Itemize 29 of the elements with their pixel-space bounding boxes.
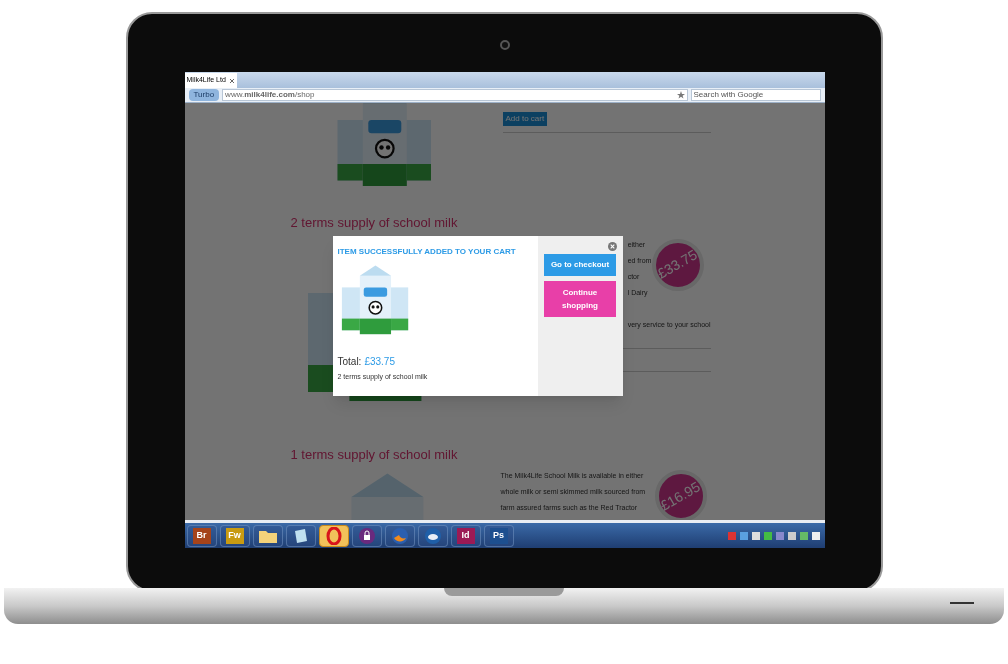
product-title: 2 terms supply of school milk xyxy=(290,214,459,232)
url-text: www.milk4life.com/shop xyxy=(225,89,315,101)
close-icon[interactable] xyxy=(607,242,617,251)
folder-icon xyxy=(258,528,277,543)
taskbar-app-button[interactable] xyxy=(318,524,349,547)
app-icon-label: Fw xyxy=(225,527,244,544)
product-title: 1 terms supply of school milk xyxy=(290,445,459,464)
taskbar-app-button[interactable]: Br xyxy=(186,524,217,547)
taskbar-app-button[interactable]: Ps xyxy=(483,524,514,547)
indicator-light xyxy=(950,602,974,604)
ring-icon xyxy=(325,526,342,545)
taskbar-app-button[interactable]: Id xyxy=(450,524,481,547)
search-field[interactable]: Search with Google xyxy=(690,89,821,101)
close-icon[interactable] xyxy=(228,77,235,84)
camera-icon xyxy=(499,40,510,50)
star-icon[interactable] xyxy=(676,91,685,99)
bird-icon xyxy=(424,527,441,544)
total-amount: £33.75 xyxy=(364,355,395,369)
app-icon-label: Id xyxy=(456,527,475,544)
turbo-button[interactable]: Turbo xyxy=(188,89,220,101)
app-icon-label: Ps xyxy=(489,527,508,544)
dialog-title: ITEM SUCCESSFULLY ADDED TO YOUR CART xyxy=(337,246,517,258)
app-icon-label: Br xyxy=(192,527,211,544)
note-icon xyxy=(292,527,309,544)
continue-shopping-button[interactable]: Continue shopping xyxy=(544,281,616,317)
total-label: Total: xyxy=(337,355,362,369)
globe-icon xyxy=(391,527,408,544)
lock-icon xyxy=(358,527,375,544)
url-field[interactable]: www.milk4life.com/shop xyxy=(222,89,688,101)
